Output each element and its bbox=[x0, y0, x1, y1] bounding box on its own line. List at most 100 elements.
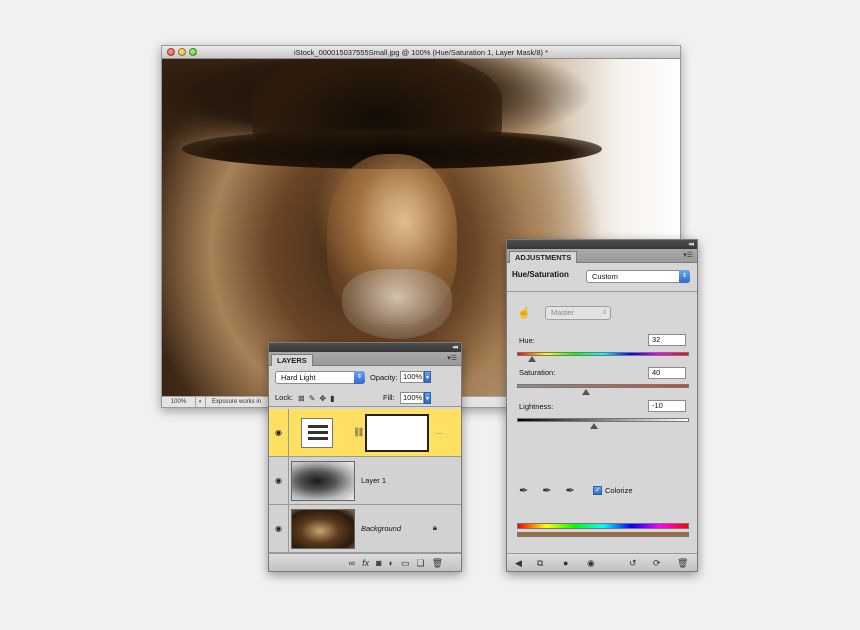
eyedropper-tools: ✒ ✒ ✒ bbox=[519, 484, 575, 497]
layer-mask-thumbnail[interactable] bbox=[365, 414, 429, 452]
hue-slider-thumb[interactable] bbox=[528, 356, 537, 362]
document-title: iStock_000015037555Small.jpg @ 100% (Hue… bbox=[293, 48, 548, 57]
adjustment-layer-icon[interactable] bbox=[301, 418, 333, 448]
tab-layers[interactable]: LAYERS bbox=[271, 354, 313, 366]
saturation-field[interactable]: 40 bbox=[648, 367, 686, 379]
lock-transparency-icon[interactable]: ⊠ bbox=[298, 393, 305, 405]
new-group-icon[interactable]: ▭ bbox=[401, 557, 410, 569]
fill-field[interactable]: 100% bbox=[400, 392, 424, 404]
trash-icon[interactable]: 🗑︎ bbox=[677, 557, 688, 569]
output-spectrum-bar bbox=[517, 532, 689, 537]
chevron-updown-icon: ⇕ bbox=[354, 371, 365, 384]
eyedropper-minus-icon[interactable]: ✒ bbox=[565, 484, 574, 497]
layer-row-background[interactable]: ◉ Background 🔒︎ bbox=[269, 505, 461, 553]
status-info-text[interactable]: Exposure works in bbox=[206, 397, 261, 407]
chevron-updown-icon: ⇕ bbox=[601, 310, 607, 316]
trash-icon[interactable]: 🗑︎ bbox=[432, 557, 443, 569]
eyedropper-icon[interactable]: ✒ bbox=[519, 484, 528, 497]
adjustments-panel-topbar[interactable]: ◂◂ bbox=[507, 240, 697, 249]
visibility-eye-icon[interactable]: ◉ bbox=[269, 505, 289, 552]
chevron-updown-icon: ⇕ bbox=[679, 270, 690, 283]
lightness-slider-thumb[interactable] bbox=[590, 423, 599, 429]
refresh-icon[interactable]: ⟳ bbox=[653, 557, 661, 569]
eyedropper-plus-icon[interactable]: ✒ bbox=[542, 484, 551, 497]
status-info-icon[interactable]: ◐ bbox=[196, 397, 206, 407]
layer-list: ◉ ⛓ … ◉ Layer 1 ◉ Background 🔒︎ bbox=[269, 409, 461, 553]
tab-adjustments[interactable]: ADJUSTMENTS bbox=[509, 251, 578, 263]
layers-tabbar: LAYERS ▾☰ bbox=[269, 352, 461, 366]
colorize-label: Colorize bbox=[605, 486, 633, 495]
reset-icon[interactable]: ↺ bbox=[629, 557, 637, 569]
collapse-icon[interactable]: ◂◂ bbox=[452, 343, 458, 352]
saturation-slider-thumb[interactable] bbox=[581, 389, 590, 395]
saturation-label: Saturation: bbox=[519, 368, 556, 377]
chain-link-icon[interactable]: ⛓ bbox=[353, 427, 364, 438]
colorize-checkbox[interactable]: ✓ bbox=[593, 486, 602, 495]
add-mask-icon[interactable]: ◙ bbox=[376, 557, 381, 569]
panel-menu-icon[interactable]: ▾☰ bbox=[447, 354, 457, 363]
window-controls bbox=[167, 48, 197, 56]
channel-select[interactable]: Master ⇕ bbox=[545, 306, 611, 320]
lock-row: Lock: ⊠ ✎ ✥ ▮ Fill: 100% ▼ bbox=[269, 391, 461, 407]
visibility-eye-icon[interactable]: ◉ bbox=[269, 409, 289, 456]
hue-slider-track[interactable] bbox=[517, 352, 689, 356]
visibility-eye-icon[interactable]: ◉ bbox=[269, 457, 289, 504]
new-adjustment-icon[interactable]: ◐ bbox=[389, 557, 394, 569]
layers-panel-topbar[interactable]: ◂◂ bbox=[269, 343, 461, 352]
hue-label: Hue: bbox=[519, 336, 535, 345]
saturation-slider-track[interactable] bbox=[517, 384, 689, 388]
fill-dropdown-icon[interactable]: ▼ bbox=[424, 392, 431, 404]
zoom-window-button[interactable] bbox=[189, 48, 197, 56]
opacity-field[interactable]: 100% bbox=[400, 371, 424, 383]
colorize-option[interactable]: ✓ Colorize bbox=[593, 486, 633, 495]
layer-row-hue-saturation[interactable]: ◉ ⛓ … bbox=[269, 409, 461, 457]
layer-thumbnail[interactable] bbox=[291, 461, 355, 501]
blend-mode-value: Hard Light bbox=[281, 373, 316, 382]
lock-all-icon[interactable]: ▮ bbox=[330, 393, 334, 405]
blend-mode-select[interactable]: Hard Light ⇕ bbox=[275, 371, 365, 384]
layer-name: Layer 1 bbox=[361, 476, 387, 485]
lightness-label: Lightness: bbox=[519, 402, 554, 411]
preset-value: Custom bbox=[592, 272, 618, 281]
new-layer-icon[interactable]: ❏ bbox=[416, 557, 424, 569]
layers-footer: ∞ fx ◙ ◐ ▭ ❏ 🗑︎ bbox=[269, 553, 461, 571]
layer-options-icon: … bbox=[435, 427, 443, 436]
adjustment-header: Hue/Saturation Custom ⇕ bbox=[507, 264, 697, 292]
fill-label: Fill: bbox=[383, 393, 395, 402]
zoom-field[interactable]: 100% bbox=[162, 397, 196, 407]
back-arrow-icon[interactable]: ◀ bbox=[515, 557, 522, 569]
adjustments-panel: ◂◂ ADJUSTMENTS ▾☰ Hue/Saturation Custom … bbox=[506, 239, 698, 572]
lock-pixels-icon[interactable]: ✎ bbox=[309, 393, 316, 405]
layer-name: Background bbox=[361, 524, 402, 533]
close-window-button[interactable] bbox=[167, 48, 175, 56]
panel-menu-icon[interactable]: ▾☰ bbox=[683, 251, 693, 260]
layer-thumbnail[interactable] bbox=[291, 509, 355, 549]
hue-field[interactable]: 32 bbox=[648, 334, 686, 346]
visibility-toggle-icon[interactable]: ● bbox=[563, 557, 568, 569]
collapse-icon[interactable]: ◂◂ bbox=[688, 240, 694, 249]
targeted-adjustment-hand-icon[interactable]: ☝ bbox=[517, 306, 531, 319]
lock-icon: 🔒︎ bbox=[432, 523, 437, 532]
layer-row-layer-1[interactable]: ◉ Layer 1 bbox=[269, 457, 461, 505]
minimize-window-button[interactable] bbox=[178, 48, 186, 56]
channel-value: Master bbox=[551, 308, 574, 317]
lock-icons: ⊠ ✎ ✥ ▮ bbox=[298, 393, 335, 405]
layer-style-fx-icon[interactable]: fx bbox=[362, 557, 369, 569]
document-titlebar[interactable]: iStock_000015037555Small.jpg @ 100% (Hue… bbox=[162, 46, 680, 59]
preset-select[interactable]: Custom ⇕ bbox=[586, 270, 690, 283]
lightness-field[interactable]: -10 bbox=[648, 400, 686, 412]
clip-to-layer-icon[interactable]: ⧉ bbox=[537, 557, 543, 569]
link-layers-icon[interactable]: ∞ bbox=[349, 557, 355, 569]
adjustment-title: Hue/Saturation bbox=[512, 270, 569, 279]
lock-position-icon[interactable]: ✥ bbox=[319, 393, 326, 405]
adjustments-footer: ◀ ⧉ ● ◉ ↺ ⟳ 🗑︎ bbox=[507, 553, 697, 571]
blend-row: Hard Light ⇕ Opacity: 100% ▼ bbox=[269, 370, 461, 386]
view-previous-icon[interactable]: ◉ bbox=[587, 557, 595, 569]
adjustments-tabbar: ADJUSTMENTS ▾☰ bbox=[507, 249, 697, 263]
input-spectrum-bar bbox=[517, 523, 689, 529]
lightness-slider-track[interactable] bbox=[517, 418, 689, 422]
opacity-label: Opacity: bbox=[370, 373, 398, 382]
layers-panel: ◂◂ LAYERS ▾☰ Hard Light ⇕ Opacity: 100% … bbox=[268, 342, 462, 572]
lock-label: Lock: bbox=[275, 393, 293, 402]
opacity-dropdown-icon[interactable]: ▼ bbox=[424, 371, 431, 383]
